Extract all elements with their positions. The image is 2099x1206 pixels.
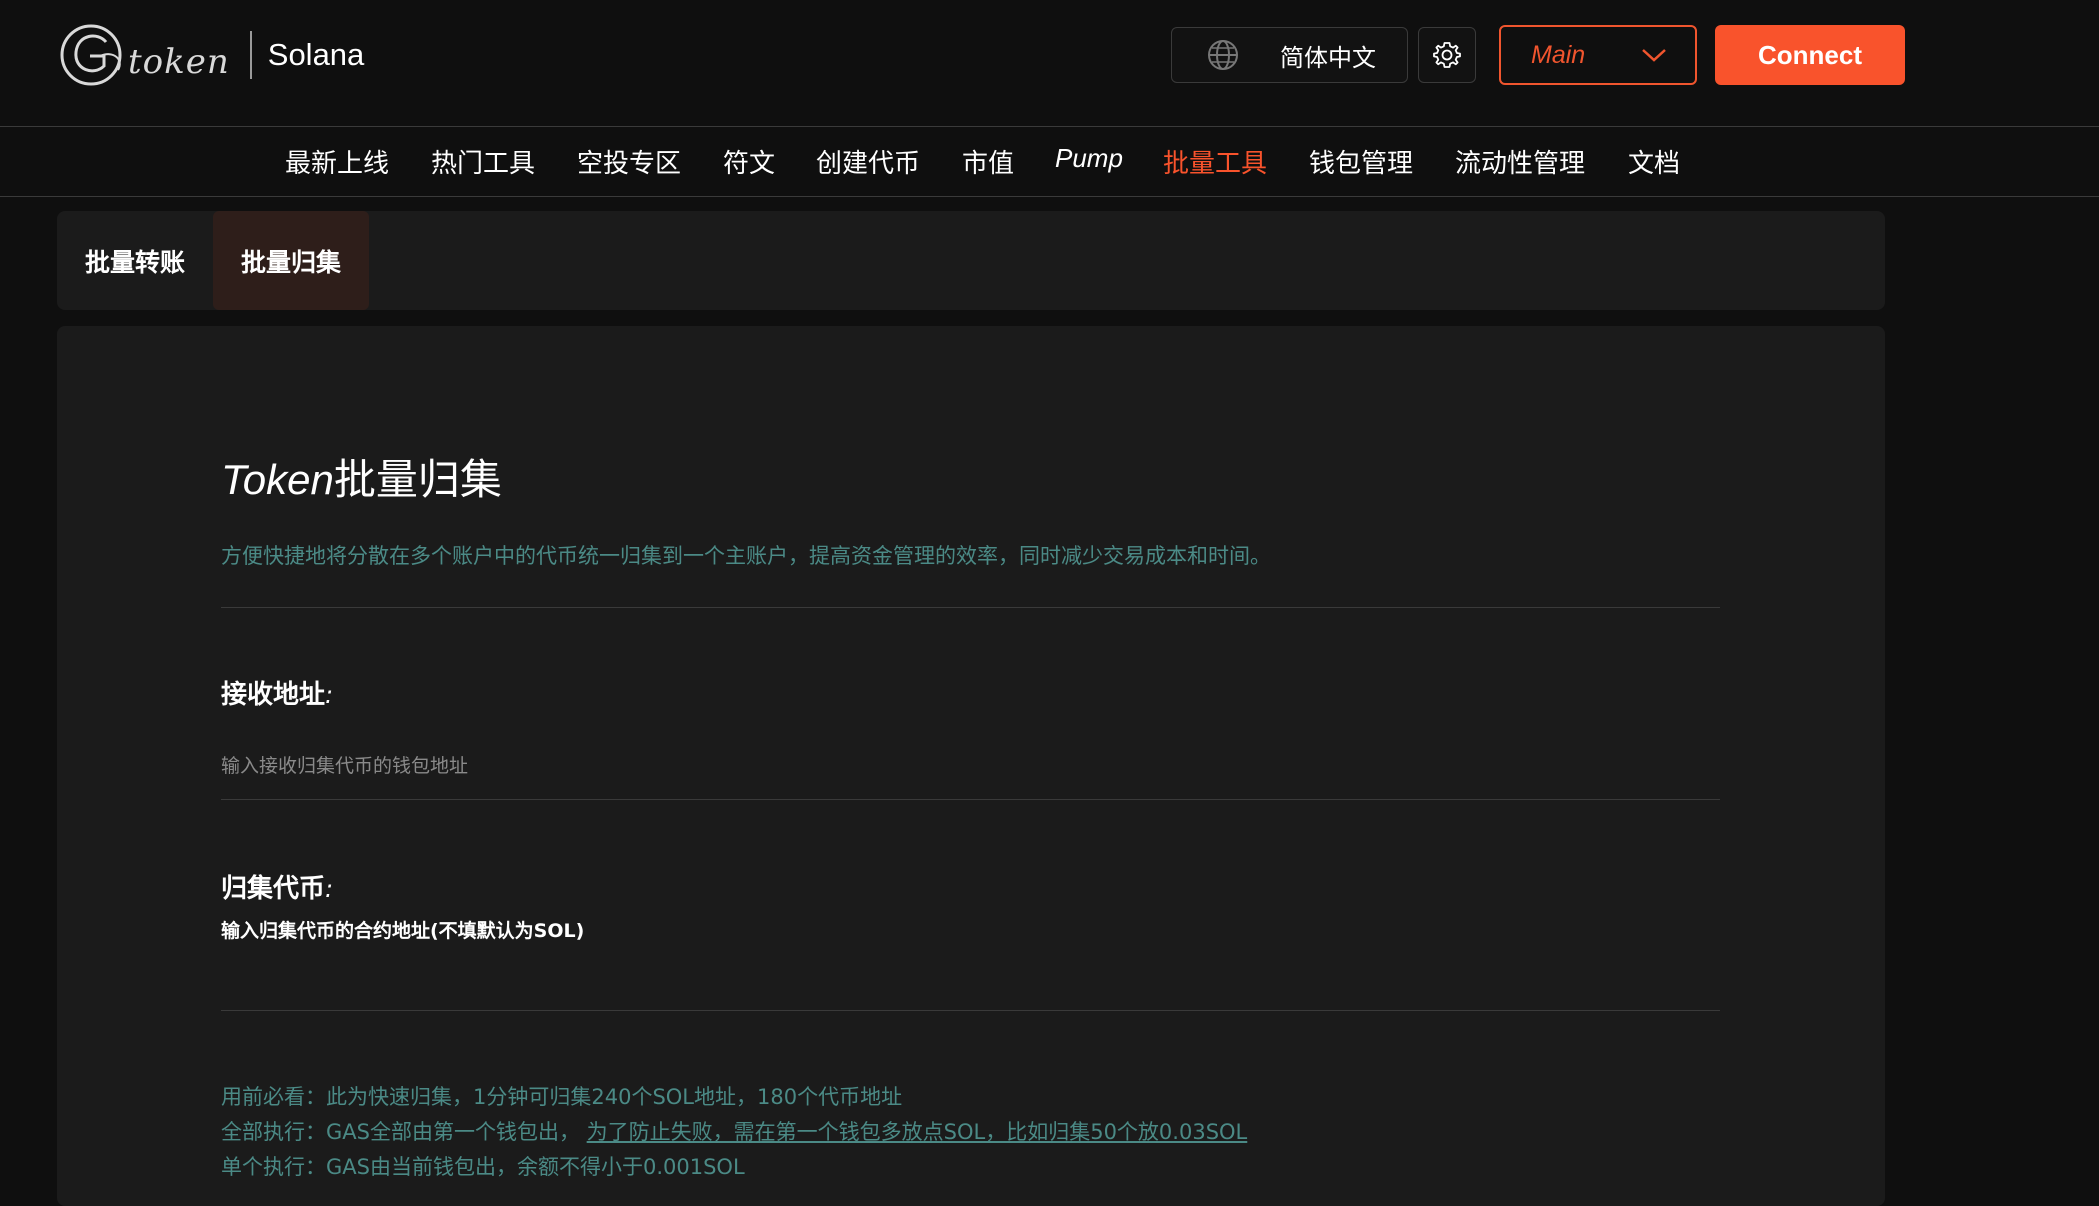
nav-item-docs[interactable]: 文档 [1628,143,1680,180]
chevron-down-icon [1642,49,1666,62]
usage-note-line-2: 全部执行：GAS全部由第一个钱包出， 为了防止失败，需在第一个钱包多放点SOL，… [221,1116,1247,1146]
nav-item-pump[interactable]: Pump [1055,143,1123,174]
language-label: 简体中文 [1280,43,1376,72]
chain-name: Solana [267,37,365,72]
logo[interactable]: token Solana [58,20,364,90]
nav-item-liquidity-management[interactable]: 流动性管理 [1455,143,1585,180]
nav-item-runes[interactable]: 符文 [723,143,775,180]
receive-address-underline [221,799,1720,800]
collect-token-label-colon: : [325,875,334,903]
collect-token-label-text: 归集代币 [221,874,326,904]
receive-address-label-colon: : [325,681,334,709]
gear-icon [1433,42,1461,68]
tab-batch-collect[interactable]: 批量归集 [213,211,369,310]
logo-mark-icon [60,24,122,86]
collect-token-underline [221,1010,1720,1011]
main-nav: 最新上线 热门工具 空投专区 符文 创建代币 市值 Pump 批量工具 钱包管理… [0,127,2099,197]
batch-collect-panel: Token批量归集 方便快捷地将分散在多个账户中的代币统一归集到一个主账户，提高… [57,326,1885,1206]
receive-address-input[interactable] [221,749,1720,783]
usage-note-warning-link[interactable]: 为了防止失败，需在第一个钱包多放点SOL，比如归集50个放0.03SOL [587,1120,1248,1144]
logo-wordmark: token [128,42,230,82]
nav-item-create-token[interactable]: 创建代币 [816,143,920,180]
settings-button[interactable] [1418,27,1476,83]
nav-item-airdrops[interactable]: 空投专区 [577,143,681,180]
language-selector[interactable]: 简体中文 [1171,27,1408,83]
network-selector[interactable]: Main [1499,25,1697,85]
page-description: 方便快捷地将分散在多个账户中的代币统一归集到一个主账户，提高资金管理的效率，同时… [221,544,1271,568]
connect-wallet-button[interactable]: Connect [1715,25,1905,85]
page-title-latin: Token [221,456,334,503]
globe-icon [1208,40,1238,70]
top-header: token Solana 简体中文 Main Connect [0,0,2099,127]
nav-item-batch-tools[interactable]: 批量工具 [1163,143,1267,180]
network-label: Main [1531,40,1586,69]
usage-note-line-1: 用前必看：此为快速归集，1分钟可归集240个SOL地址，180个代币地址 [221,1085,903,1109]
collect-token-label: 归集代币: [221,868,333,905]
nav-item-new-listings[interactable]: 最新上线 [285,143,389,180]
tab-batch-transfer[interactable]: 批量转账 [57,211,213,310]
page-title: Token批量归集 [221,446,502,507]
nav-item-hot-tools[interactable]: 热门工具 [431,143,535,180]
receive-address-label: 接收地址: [221,674,333,711]
usage-note-line-3: 单个执行：GAS由当前钱包出，余额不得小于0.001SOL [221,1155,745,1179]
nav-item-market-cap[interactable]: 市值 [962,143,1014,180]
page-title-cn: 批量归集 [333,455,502,504]
divider [221,607,1720,608]
logo-divider [249,31,252,79]
receive-address-label-text: 接收地址 [221,680,326,710]
usage-note-line-2-prefix: 全部执行：GAS全部由第一个钱包出， [221,1120,587,1144]
app-root: token Solana 简体中文 Main Connect 最新上线 热门工具… [0,0,2099,1206]
batch-tool-tabs: 批量转账 批量归集 [57,211,1885,310]
nav-item-wallet-management[interactable]: 钱包管理 [1309,143,1413,180]
collect-token-input[interactable] [221,914,1720,948]
